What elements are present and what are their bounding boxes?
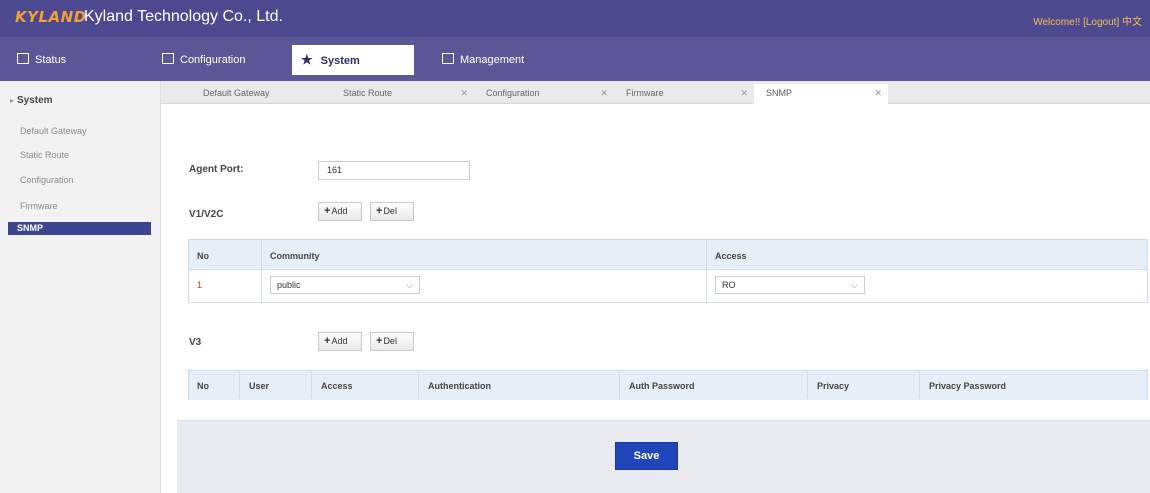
- nav-tab-system[interactable]: ★ System: [292, 45, 414, 75]
- save-button[interactable]: Save: [615, 442, 678, 470]
- sidebar-item-static-route[interactable]: Static Route: [20, 150, 69, 160]
- column-header: Access: [321, 381, 353, 391]
- column-header: Community: [270, 251, 320, 261]
- company-name: Kyland Technology Co., Ltd.: [84, 8, 283, 25]
- nav-tab-status[interactable]: Status: [17, 45, 66, 75]
- divider: [919, 371, 920, 399]
- del-label: Del: [383, 336, 397, 346]
- nav-tab-label: Management: [460, 54, 525, 66]
- tab-label: Static Route: [343, 88, 393, 98]
- column-header: Auth Password: [629, 381, 695, 391]
- tab-configuration[interactable]: Configuration ✕: [474, 84, 614, 104]
- add-label: Add: [331, 206, 348, 216]
- sidebar-item-snmp[interactable]: SNMP: [8, 222, 151, 235]
- tab-label: Configuration: [486, 88, 540, 98]
- sub-tabs: Default Gateway Static Route ✕ Configurat…: [161, 81, 1150, 104]
- language-link[interactable]: 中文: [1122, 17, 1142, 28]
- star-icon: ★: [301, 52, 313, 67]
- column-header: Authentication: [428, 381, 491, 391]
- close-icon[interactable]: ✕: [460, 84, 468, 102]
- chevron-down-icon: ⌵: [406, 280, 413, 290]
- app-header: KYLAND Kyland Technology Co., Ltd. Welco…: [0, 0, 1150, 37]
- logout-link[interactable]: [Logout]: [1083, 17, 1119, 28]
- tab-label: Default Gateway: [203, 88, 270, 98]
- plus-icon: +: [376, 335, 383, 347]
- column-header: No: [197, 251, 209, 261]
- agent-port-input[interactable]: 161: [318, 161, 470, 180]
- v3-label: V3: [189, 337, 202, 348]
- v1v2c-del-button[interactable]: +Del: [370, 202, 414, 221]
- v3-del-button[interactable]: +Del: [370, 332, 414, 351]
- agent-port-label: Agent Port:: [189, 164, 244, 175]
- sidebar: ▸ System Default Gateway Static Route Co…: [0, 81, 161, 493]
- tab-label: SNMP: [766, 88, 793, 98]
- plus-icon: +: [324, 335, 331, 347]
- sidebar-item-firmware[interactable]: Firmware: [20, 201, 58, 211]
- plus-icon: +: [376, 205, 383, 217]
- sidebar-item-default-gateway[interactable]: Default Gateway: [20, 126, 87, 136]
- divider: [239, 371, 240, 399]
- form-footer: Save: [177, 420, 1150, 493]
- tab-static-route[interactable]: Static Route ✕: [331, 84, 474, 104]
- column-header: User: [249, 381, 270, 391]
- divider: [706, 240, 707, 302]
- column-header: Privacy Password: [929, 381, 1007, 391]
- sidebar-item-configuration[interactable]: Configuration: [20, 175, 74, 185]
- column-header: No: [197, 381, 209, 391]
- divider: [261, 240, 262, 302]
- community-select[interactable]: public ⌵: [270, 276, 420, 294]
- divider: [418, 371, 419, 399]
- access-value: RO: [722, 280, 736, 290]
- table-header: No User Access Authentication Auth Passw…: [189, 371, 1147, 400]
- divider: [311, 371, 312, 399]
- tab-snmp[interactable]: SNMP ✕: [754, 84, 888, 104]
- v1v2c-label: V1/V2C: [189, 209, 224, 220]
- add-label: Add: [331, 336, 348, 346]
- nav-tab-label: Configuration: [180, 54, 246, 66]
- close-icon[interactable]: ✕: [740, 84, 748, 102]
- del-label: Del: [383, 206, 397, 216]
- management-icon: [442, 53, 454, 64]
- nav-tab-management[interactable]: Management: [442, 45, 524, 75]
- divider: [619, 371, 620, 399]
- v3-add-button[interactable]: +Add: [318, 332, 362, 351]
- divider: [807, 371, 808, 399]
- monitor-icon: [17, 53, 29, 64]
- main-nav: Status Configuration ★ System Management: [0, 37, 1150, 81]
- close-icon[interactable]: ✕: [874, 84, 882, 102]
- kyland-logo: KYLAND: [15, 8, 87, 26]
- config-icon: [162, 53, 174, 64]
- column-header: Access: [715, 251, 747, 261]
- plus-icon: +: [324, 205, 331, 217]
- close-icon[interactable]: ✕: [600, 84, 608, 102]
- community-value: public: [277, 280, 301, 290]
- nav-tab-configuration[interactable]: Configuration: [162, 45, 245, 75]
- tab-label: Firmware: [626, 88, 664, 98]
- v1v2c-table: No Community Access 1 public ⌵ RO ⌵: [188, 239, 1148, 303]
- tab-default-gateway[interactable]: Default Gateway: [191, 84, 331, 104]
- nav-tab-label: System: [320, 55, 360, 67]
- nav-tab-label: Status: [35, 54, 67, 66]
- tab-firmware[interactable]: Firmware ✕: [614, 84, 754, 104]
- access-select[interactable]: RO ⌵: [715, 276, 865, 294]
- chevron-down-icon: ⌵: [851, 280, 858, 290]
- table-header: No Community Access: [189, 240, 1147, 270]
- welcome-text: Welcome!!: [1033, 17, 1081, 28]
- collapse-arrow-icon[interactable]: ▸: [10, 96, 14, 105]
- v3-table: No User Access Authentication Auth Passw…: [188, 370, 1148, 400]
- user-area: Welcome!! [Logout] 中文: [1033, 13, 1142, 28]
- v1v2c-add-button[interactable]: +Add: [318, 202, 362, 221]
- row-no: 1: [197, 280, 203, 290]
- sidebar-title: System: [17, 95, 53, 106]
- column-header: Privacy: [817, 381, 850, 391]
